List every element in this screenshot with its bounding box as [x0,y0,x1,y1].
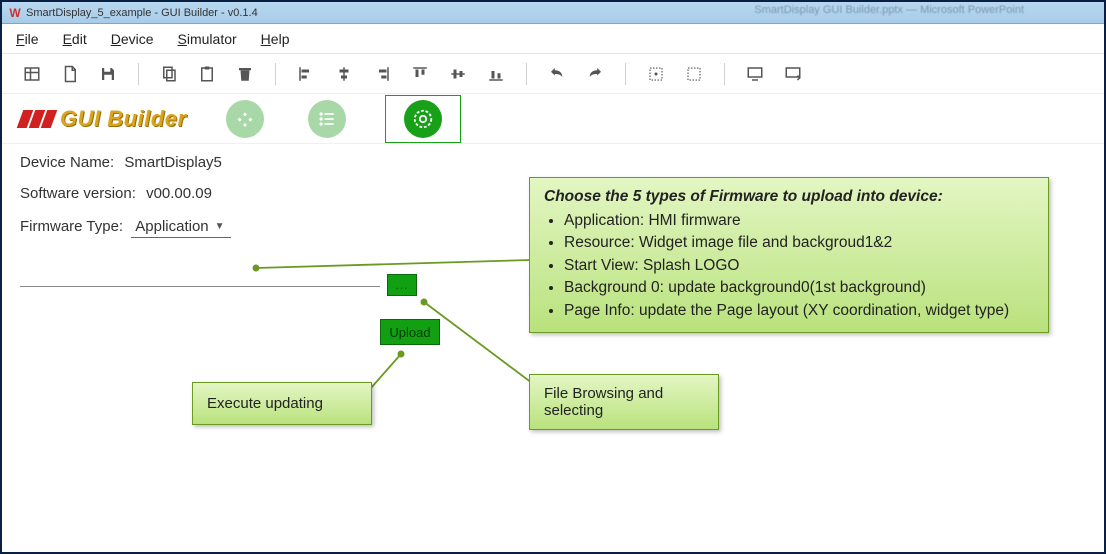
software-version-value: v00.00.09 [146,185,212,202]
connector-line [367,350,407,395]
window-title: SmartDisplay_5_example - GUI Builder - v… [26,7,258,19]
menubar: File Edit Device Simulator Help [2,24,1104,54]
logo-stripes-icon [20,110,54,128]
separator [275,63,276,85]
browse-label: ... [395,278,408,292]
firmware-type-label: Firmware Type: [20,218,123,235]
chevron-down-icon: ▼ [215,221,225,232]
monitor-icon[interactable] [743,62,767,86]
brand-logo: GUI Builder [20,106,187,132]
callout-item: Application: HMI firmware [564,210,1034,232]
upload-label: Upload [389,325,430,340]
align-middle-v-icon[interactable] [446,62,470,86]
callout-firmware-types: Choose the 5 types of Firmware to upload… [529,177,1049,333]
align-bottom-icon[interactable] [484,62,508,86]
widgets-tab-button[interactable] [226,100,264,138]
device-name-label: Device Name: [20,154,114,171]
firmware-type-value: Application [135,218,208,235]
callout-upload: Execute updating [192,382,372,425]
redo-icon[interactable] [583,62,607,86]
open-icon[interactable] [58,62,82,86]
callout-item: Resource: Widget image file and backgrou… [564,232,1034,254]
align-center-h-icon[interactable] [332,62,356,86]
file-path-input[interactable] [20,286,380,287]
callout-heading: Choose the 5 types of Firmware to upload… [544,188,1034,206]
undo-icon[interactable] [545,62,569,86]
titlebar: W SmartDisplay_5_example - GUI Builder -… [2,2,1104,24]
select-icon[interactable] [644,62,668,86]
software-version-label: Software version: [20,185,136,202]
callout-list: Application: HMI firmware Resource: Widg… [564,210,1034,322]
firmware-tab-button[interactable] [404,100,442,138]
marquee-icon[interactable] [682,62,706,86]
delete-icon[interactable] [233,62,257,86]
device-name-value: SmartDisplay5 [124,154,222,171]
browse-button[interactable]: ... [387,274,417,296]
background-window-title: SmartDisplay GUI Builder.pptx — Microsof… [754,4,1024,16]
callout-browse: File Browsing and selecting [529,374,719,430]
separator [138,63,139,85]
upload-button[interactable]: Upload [380,319,440,345]
firmware-type-dropdown[interactable]: Application ▼ [131,216,231,238]
toolbar [2,54,1104,94]
app-icon: W [8,6,22,20]
callout-item: Start View: Splash LOGO [564,255,1034,277]
callout-item: Background 0: update background0(1st bac… [564,277,1034,299]
copy-icon[interactable] [157,62,181,86]
menu-edit[interactable]: Edit [63,31,87,47]
separator [526,63,527,85]
separator [724,63,725,85]
callout-browse-text: File Browsing and selecting [544,385,663,419]
menu-help[interactable]: Help [261,31,290,47]
brand-text: GUI Builder [60,106,187,132]
brand-row: GUI Builder [2,94,1104,144]
deploy-icon[interactable] [781,62,805,86]
align-left-icon[interactable] [294,62,318,86]
callout-upload-text: Execute updating [207,395,323,412]
firmware-tab-selected [385,95,461,143]
align-top-icon[interactable] [408,62,432,86]
separator [625,63,626,85]
menu-file[interactable]: File [16,31,39,47]
menu-simulator[interactable]: Simulator [178,31,237,47]
list-tab-button[interactable] [308,100,346,138]
menu-device[interactable]: Device [111,31,154,47]
callout-item: Page Info: update the Page layout (XY co… [564,300,1034,322]
new-icon[interactable] [20,62,44,86]
paste-icon[interactable] [195,62,219,86]
align-right-icon[interactable] [370,62,394,86]
save-icon[interactable] [96,62,120,86]
